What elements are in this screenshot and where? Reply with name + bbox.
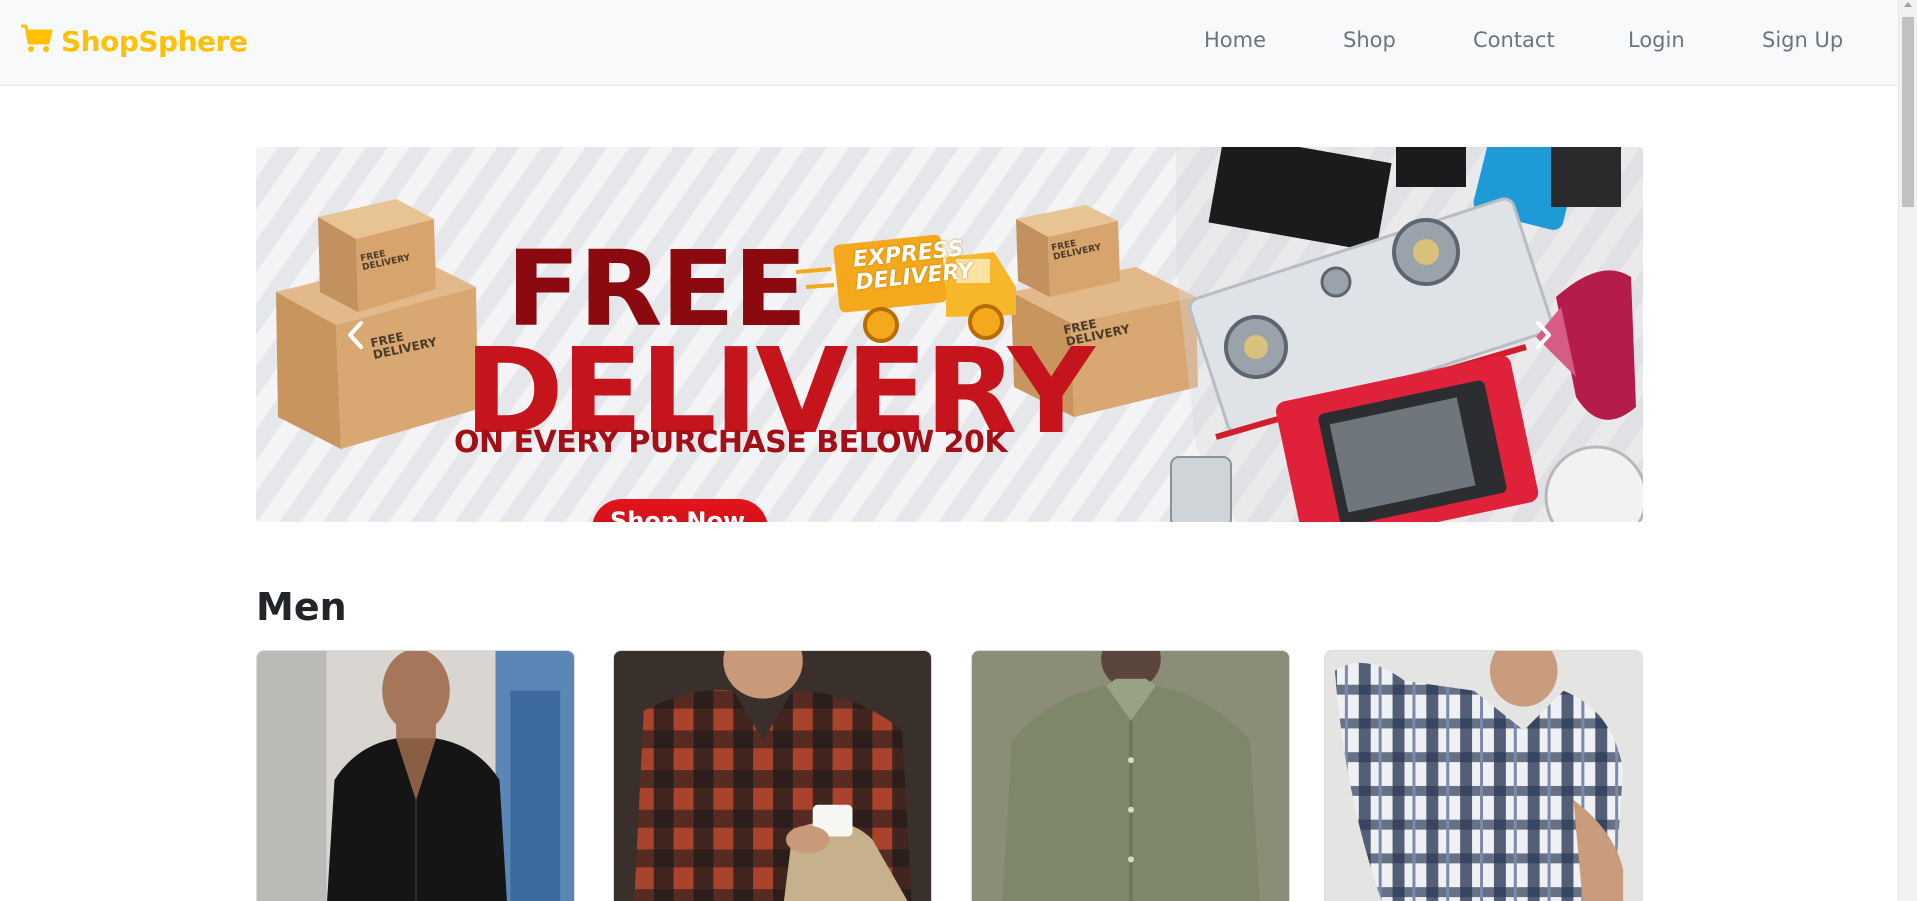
- product-card[interactable]: [256, 650, 575, 901]
- nav-contact[interactable]: Contact: [1473, 28, 1555, 52]
- product-card[interactable]: [613, 650, 932, 901]
- nav-shop[interactable]: Shop: [1343, 28, 1396, 52]
- product-card[interactable]: [1324, 650, 1643, 901]
- section-title-men: Men: [256, 585, 347, 629]
- scroll-up-arrow-icon[interactable]: [1904, 2, 1912, 7]
- nav-home[interactable]: Home: [1204, 28, 1266, 52]
- shop-now-button[interactable]: Shop Now: [592, 499, 768, 522]
- brand-name: ShopSphere: [61, 25, 248, 58]
- black-shirt-image: [257, 651, 574, 901]
- red-plaid-shirt-image: [614, 651, 931, 901]
- appliances-collage: [1170, 147, 1643, 522]
- cart-icon: [20, 24, 53, 59]
- blue-plaid-shirt-image: [1325, 651, 1642, 901]
- navbar: ShopSphere Home Shop Contact Login Sign …: [0, 0, 1898, 86]
- chevron-right-icon: [1532, 320, 1554, 355]
- carousel-prev-button[interactable]: [336, 317, 376, 357]
- scrollbar-thumb[interactable]: [1902, 17, 1914, 207]
- banner-subline: ON EVERY PURCHASE BELOW 20K: [454, 425, 1008, 460]
- nav-login[interactable]: Login: [1628, 28, 1685, 52]
- nav-signup[interactable]: Sign Up: [1762, 28, 1843, 52]
- page: ShopSphere Home Shop Contact Login Sign …: [0, 0, 1917, 901]
- product-grid-men: [256, 650, 1643, 901]
- product-card[interactable]: [971, 650, 1290, 901]
- carousel-next-button[interactable]: [1523, 317, 1563, 357]
- page-scrollbar[interactable]: [1898, 0, 1917, 901]
- brand-link[interactable]: ShopSphere: [20, 24, 248, 59]
- olive-shirt-image: [972, 651, 1289, 901]
- chevron-left-icon: [345, 320, 367, 355]
- hero-carousel[interactable]: FREE DELIVERY ON EVERY PURCHASE BELOW 20…: [256, 147, 1643, 522]
